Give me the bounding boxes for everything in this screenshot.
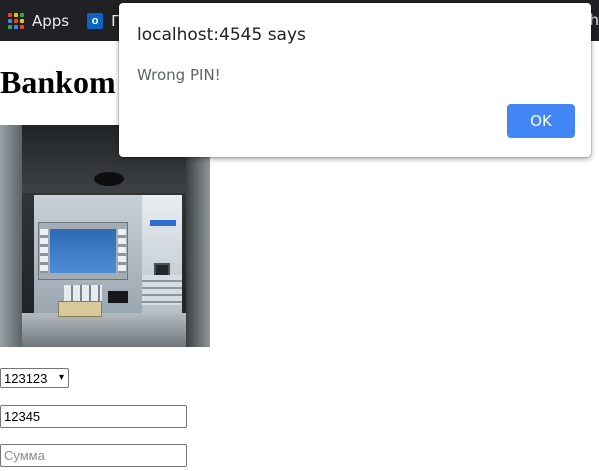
outlook-icon: o <box>87 12 104 29</box>
amount-input[interactable] <box>0 444 187 467</box>
dialog-title: localhost:4545 says <box>137 25 306 45</box>
card-select[interactable]: 123123 ▾ <box>0 368 69 388</box>
apps-bookmark[interactable]: Apps <box>8 7 69 35</box>
dialog-message: Wrong PIN! <box>137 66 221 84</box>
outlook-bookmark[interactable]: o П <box>87 7 122 35</box>
atm-image <box>0 125 210 347</box>
apps-bookmark-label: Apps <box>32 11 70 30</box>
card-select-value: 123123 <box>4 370 48 386</box>
apps-grid-icon <box>8 12 24 29</box>
pin-input[interactable] <box>0 405 187 428</box>
page-title: Bankom <box>0 64 116 100</box>
ok-button[interactable]: OK <box>507 104 575 138</box>
alert-dialog: localhost:4545 says Wrong PIN! OK <box>119 3 591 157</box>
chevron-down-icon: ▾ <box>58 372 64 383</box>
